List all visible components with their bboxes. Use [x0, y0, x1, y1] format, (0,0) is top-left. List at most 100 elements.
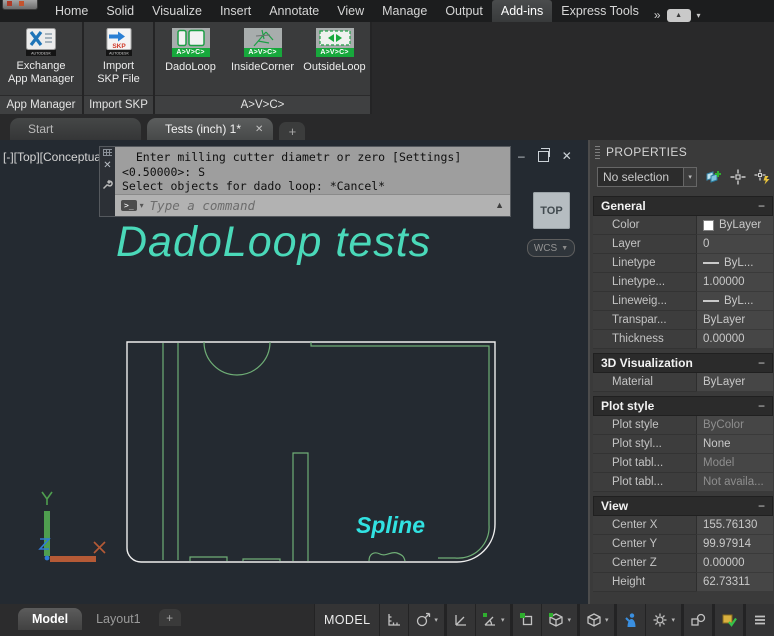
- dadoloop-button[interactable]: A>V>C> DadoLoop: [157, 28, 225, 74]
- property-label: Color: [593, 216, 696, 235]
- object-snap-button[interactable]: [512, 604, 541, 636]
- dropdown-caret-icon[interactable]: ▾: [671, 616, 675, 624]
- import-skp-file-button[interactable]: SKP AUTODESK Import SKP File: [84, 28, 153, 85]
- ribbon-minimize-caret-icon[interactable]: ▾: [697, 11, 701, 20]
- exchange-app-manager-button[interactable]: AUTODESK Exchange App Manager: [0, 28, 82, 85]
- dropdown-caret-icon[interactable]: ▾: [434, 616, 438, 624]
- outsideloop-button[interactable]: A>V>C> OutsideLoop: [301, 28, 369, 74]
- property-value[interactable]: ByLayer: [696, 216, 773, 235]
- ortho-button[interactable]: [446, 604, 475, 636]
- customize-wrench-icon[interactable]: [102, 179, 113, 190]
- property-value[interactable]: 62.73311: [696, 573, 773, 592]
- grid-button[interactable]: [379, 604, 408, 636]
- section-header[interactable]: Plot style−: [593, 396, 773, 416]
- collapse-section-icon[interactable]: −: [758, 399, 765, 413]
- selection-dropdown-caret-icon[interactable]: ▾: [684, 167, 697, 187]
- properties-section: 3D Visualization−MaterialByLayer: [593, 353, 773, 392]
- file-tab-start[interactable]: Start: [10, 118, 141, 140]
- recent-commands-caret-icon[interactable]: ▾: [140, 201, 144, 210]
- property-value[interactable]: 1.00000: [696, 273, 773, 292]
- selection-dropdown[interactable]: No selection: [597, 167, 684, 187]
- layout-tab-layout1[interactable]: Layout1: [82, 608, 154, 630]
- property-value[interactable]: ByL...: [696, 254, 773, 273]
- properties-title-bar[interactable]: PROPERTIES: [590, 140, 774, 164]
- menu-tab-visualize[interactable]: Visualize: [143, 0, 211, 22]
- property-value[interactable]: 155.76130: [696, 516, 773, 535]
- property-value[interactable]: None: [696, 435, 773, 454]
- insidecorner-button[interactable]: A>V>C> InsideCorner: [229, 28, 297, 74]
- dado-geometry: [163, 342, 489, 561]
- dropdown-caret-icon[interactable]: ▾: [605, 616, 609, 624]
- application-button[interactable]: [2, 0, 38, 10]
- section-header[interactable]: 3D Visualization−: [593, 353, 773, 373]
- property-value[interactable]: ByLayer: [696, 373, 773, 392]
- property-row: Thickness0.00000: [593, 330, 773, 349]
- property-value[interactable]: ByLayer: [696, 311, 773, 330]
- menu-tab-solid[interactable]: Solid: [97, 0, 143, 22]
- new-tab-button[interactable]: +: [279, 122, 305, 140]
- settings-gear-button[interactable]: ▾: [645, 604, 681, 636]
- collapse-section-icon[interactable]: −: [758, 199, 765, 213]
- command-input[interactable]: >_ ▾ Type a command ▲: [115, 194, 510, 217]
- isolate-objects-button[interactable]: [683, 604, 712, 636]
- property-value[interactable]: 0.00000: [696, 554, 773, 573]
- model-space-button[interactable]: MODEL: [314, 604, 379, 636]
- new-layout-button[interactable]: +: [159, 609, 181, 626]
- property-value-text: Model: [703, 457, 734, 469]
- property-value[interactable]: ByColor: [696, 416, 773, 435]
- history-scroll-up-icon[interactable]: ▲: [495, 200, 504, 210]
- menu-tab-add-ins[interactable]: Add-ins: [492, 0, 552, 22]
- object-snap-3d-button[interactable]: ▾: [541, 604, 577, 636]
- toggle-pickadd-icon[interactable]: [705, 169, 722, 185]
- menu-tab-annotate[interactable]: Annotate: [260, 0, 328, 22]
- property-value[interactable]: Model: [696, 454, 773, 473]
- ribbon: AUTODESK Exchange App Manager App Manage…: [0, 22, 774, 114]
- polar-tracking-button[interactable]: ▾: [475, 604, 511, 636]
- file-tab-tests[interactable]: Tests (inch) 1* ✕: [147, 118, 273, 140]
- menu-tab-output[interactable]: Output: [436, 0, 492, 22]
- restore-icon[interactable]: [538, 151, 549, 162]
- close-tab-icon[interactable]: ✕: [255, 124, 263, 135]
- menu-tab-manage[interactable]: Manage: [373, 0, 436, 22]
- linetype-sample-icon: [703, 262, 719, 264]
- snap-button[interactable]: ▾: [408, 604, 444, 636]
- palette-grip-icon[interactable]: [103, 149, 112, 156]
- tabs-overflow-icon[interactable]: »: [654, 8, 661, 22]
- section-header[interactable]: General−: [593, 196, 773, 216]
- collapse-section-icon[interactable]: −: [758, 356, 765, 370]
- command-history-line: <0.50000>: S: [122, 165, 510, 180]
- property-value[interactable]: 0.00000: [696, 330, 773, 349]
- collapse-section-icon[interactable]: −: [758, 499, 765, 513]
- viewport-controls[interactable]: [-][Top][Conceptual]: [3, 150, 107, 164]
- viewcube-top-face[interactable]: TOP: [533, 192, 570, 229]
- minimize-icon[interactable]: –: [518, 150, 525, 162]
- property-value[interactable]: ByL...: [696, 292, 773, 311]
- ribbon-minimize-icon[interactable]: ▲: [667, 9, 691, 22]
- isometric-drafting-button[interactable]: ▾: [579, 604, 615, 636]
- button-label: App Manager: [8, 73, 74, 85]
- palette-grip-icon[interactable]: [595, 146, 600, 159]
- menu-tab-view[interactable]: View: [328, 0, 373, 22]
- property-value[interactable]: 0: [696, 235, 773, 254]
- menu-tab-home[interactable]: Home: [46, 0, 97, 22]
- close-icon[interactable]: ✕: [562, 150, 572, 162]
- dropdown-caret-icon[interactable]: ▾: [501, 616, 505, 624]
- property-value[interactable]: Not availa...: [696, 473, 773, 492]
- property-value[interactable]: 99.97914: [696, 535, 773, 554]
- layout-tab-model[interactable]: Model: [18, 608, 82, 630]
- dropdown-caret-icon[interactable]: ▾: [567, 616, 571, 624]
- polar-tracking-icon: [482, 612, 498, 628]
- command-palette-rail[interactable]: ✕: [100, 147, 115, 216]
- menu-button[interactable]: [745, 604, 774, 636]
- annotation-monitor-button[interactable]: [616, 604, 645, 636]
- wcs-dropdown[interactable]: WCS ▼: [527, 239, 575, 257]
- drawing-viewport[interactable]: [-][Top][Conceptual] DadoLoop tests Spli…: [0, 140, 588, 604]
- menu-tab-express-tools[interactable]: Express Tools: [552, 0, 648, 22]
- customization-button[interactable]: [714, 604, 743, 636]
- section-header[interactable]: View−: [593, 496, 773, 516]
- menu-tab-insert[interactable]: Insert: [211, 0, 260, 22]
- palette-close-icon[interactable]: ✕: [103, 161, 111, 171]
- quick-select-icon[interactable]: [754, 169, 771, 185]
- select-objects-icon[interactable]: [730, 169, 746, 185]
- command-prompt-icon: >_: [121, 200, 137, 211]
